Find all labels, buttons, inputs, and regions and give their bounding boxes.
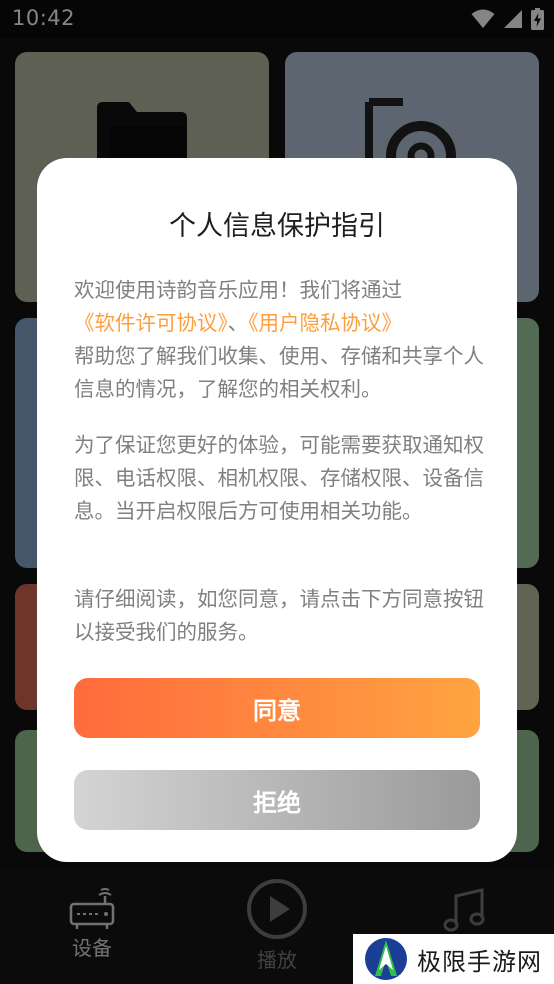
intro-tail-text: 帮助您了解我们收集、使用、存储和共享个人信息的情况，了解您的相关权利。 bbox=[74, 344, 484, 401]
dialog-paragraph-permissions: 为了保证您更好的体验，可能需要获取通知权限、电话权限、相机权限、存储权限、设备信… bbox=[74, 433, 484, 523]
site-logo-icon bbox=[365, 938, 407, 980]
refuse-button[interactable]: 拒绝 bbox=[74, 770, 480, 830]
dialog-paragraph-confirm: 请仔细阅读，如您同意，请点击下方同意按钮以接受我们的服务。 bbox=[74, 587, 484, 644]
dialog-title: 个人信息保护指引 bbox=[169, 211, 385, 242]
privacy-dialog: 个人信息保护指引 欢迎使用诗韵音乐应用！我们将通过 《软件许可协议》、《用户隐私… bbox=[37, 158, 517, 862]
watermark: 极限手游网 bbox=[353, 934, 554, 984]
agree-button[interactable]: 同意 bbox=[74, 678, 480, 738]
watermark-text: 极限手游网 bbox=[417, 947, 542, 976]
dialog-paragraph-intro: 欢迎使用诗韵音乐应用！我们将通过 《软件许可协议》、《用户隐私协议》 帮助您了解… bbox=[74, 274, 484, 406]
license-agreement-link[interactable]: 《软件许可协议》 bbox=[74, 311, 228, 335]
privacy-policy-link[interactable]: 《用户隐私协议》 bbox=[248, 311, 402, 335]
link-separator: 、 bbox=[227, 311, 249, 335]
intro-text: 欢迎使用诗韵音乐应用！我们将通过 bbox=[74, 278, 402, 302]
